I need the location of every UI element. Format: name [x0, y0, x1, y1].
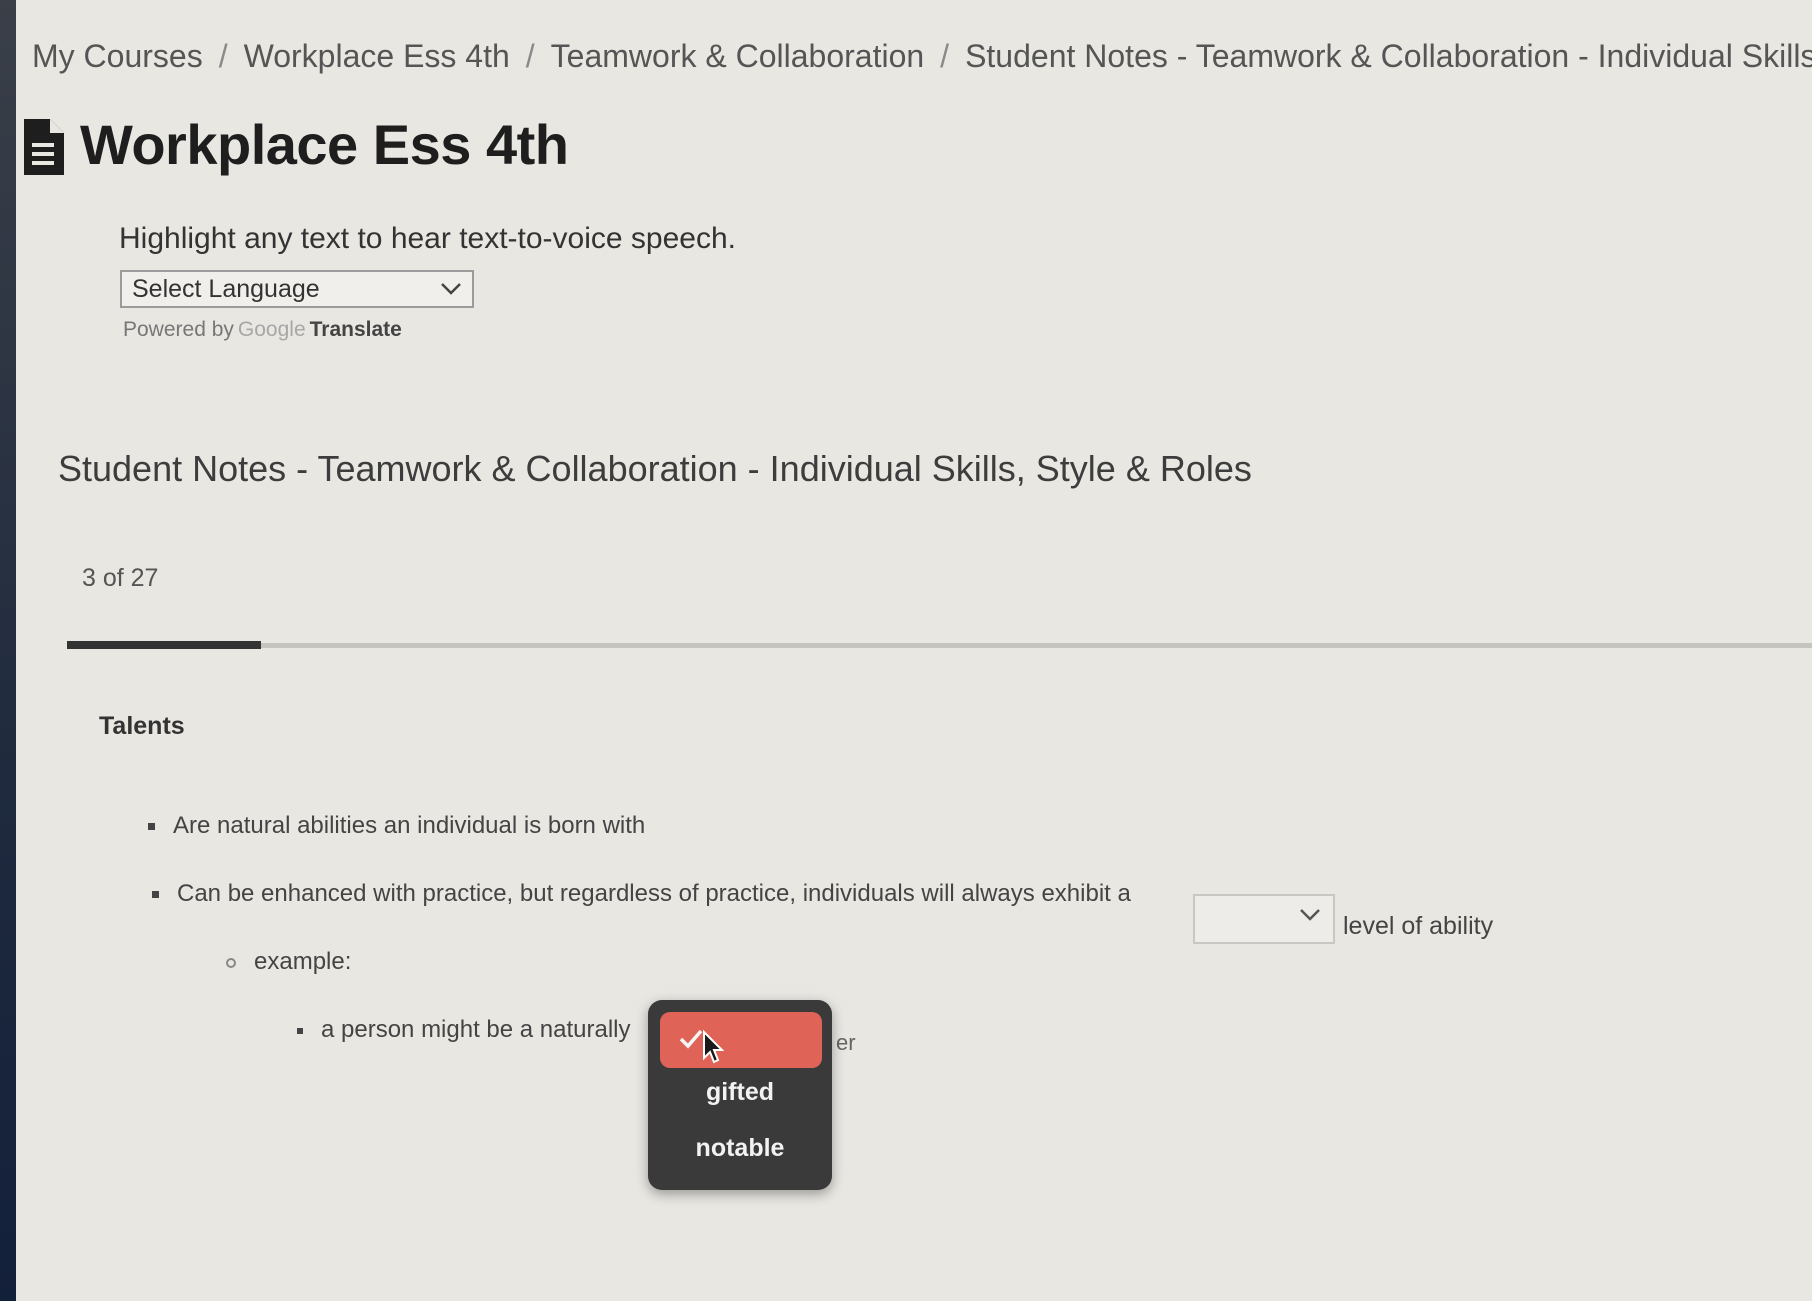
breadcrumb-separator: /	[525, 38, 535, 74]
chevron-down-icon	[441, 283, 461, 295]
bullet-icon	[152, 891, 159, 899]
page-counter: 3 of 27	[82, 564, 159, 592]
breadcrumb: My Courses / Workplace Ess 4th / Teamwork & …	[32, 38, 1812, 75]
dropdown-option-gifted[interactable]: gifted	[648, 1078, 832, 1107]
list-item: example:	[226, 948, 351, 976]
progress-bar-fill	[67, 641, 261, 649]
breadcrumb-separator: /	[940, 38, 950, 74]
section-heading: Talents	[99, 712, 185, 740]
list-item: a person might be a naturally	[297, 1016, 631, 1044]
dropdown-option-notable[interactable]: notable	[648, 1134, 832, 1163]
breadcrumb-module[interactable]: Teamwork & Collaboration	[551, 38, 925, 74]
page-header: Workplace Ess 4th	[22, 112, 569, 177]
chevron-down-icon	[1300, 909, 1320, 921]
breadcrumb-current-page[interactable]: Student Notes - Teamwork & Collaboration…	[965, 38, 1812, 74]
google-logo: Google	[237, 318, 306, 341]
language-select-value: Select Language	[132, 274, 320, 303]
level-of-ability-select[interactable]	[1193, 894, 1335, 944]
breadcrumb-course[interactable]: Workplace Ess 4th	[244, 38, 510, 74]
bullet-text: Are natural abilities an individual is b…	[173, 812, 646, 839]
sub-bullet-text: example:	[254, 948, 352, 975]
sub-sub-bullet-text: a person might be a naturally	[321, 1016, 631, 1043]
breadcrumb-separator: /	[218, 38, 228, 74]
bullet-icon	[148, 823, 155, 831]
list-item: Are natural abilities an individual is b…	[148, 812, 645, 840]
breadcrumb-my-courses[interactable]: My Courses	[32, 38, 203, 74]
bullet-text: Can be enhanced with practice, but regar…	[177, 880, 1131, 907]
checkmark-icon	[679, 1029, 703, 1049]
dropdown-option-selected[interactable]	[660, 1012, 822, 1068]
powered-by-google-translate: Powered by Google Translate	[123, 318, 402, 342]
language-select[interactable]: Select Language	[120, 270, 474, 308]
sub-sub-bullet-text-continuation: er	[836, 1030, 856, 1055]
notes-title: Student Notes - Teamwork & Collaboration…	[58, 448, 1252, 489]
hollow-bullet-icon	[226, 957, 236, 968]
progress-bar	[67, 641, 1812, 649]
bullet-icon	[297, 1027, 303, 1034]
mouse-cursor-icon	[703, 1030, 724, 1064]
tts-hint: Highlight any text to hear text-to-voice…	[119, 222, 736, 255]
translate-link[interactable]: Translate	[310, 318, 402, 341]
window-edge	[0, 0, 16, 1301]
page-title: Workplace Ess 4th	[80, 113, 569, 176]
list-item: Can be enhanced with practice, but regar…	[152, 880, 1131, 908]
bullet-text-continuation: level of ability	[1343, 912, 1494, 940]
powered-by-prefix: Powered by	[123, 318, 234, 341]
document-icon	[24, 118, 64, 175]
dropdown-menu[interactable]: gifted notable	[648, 1000, 832, 1190]
